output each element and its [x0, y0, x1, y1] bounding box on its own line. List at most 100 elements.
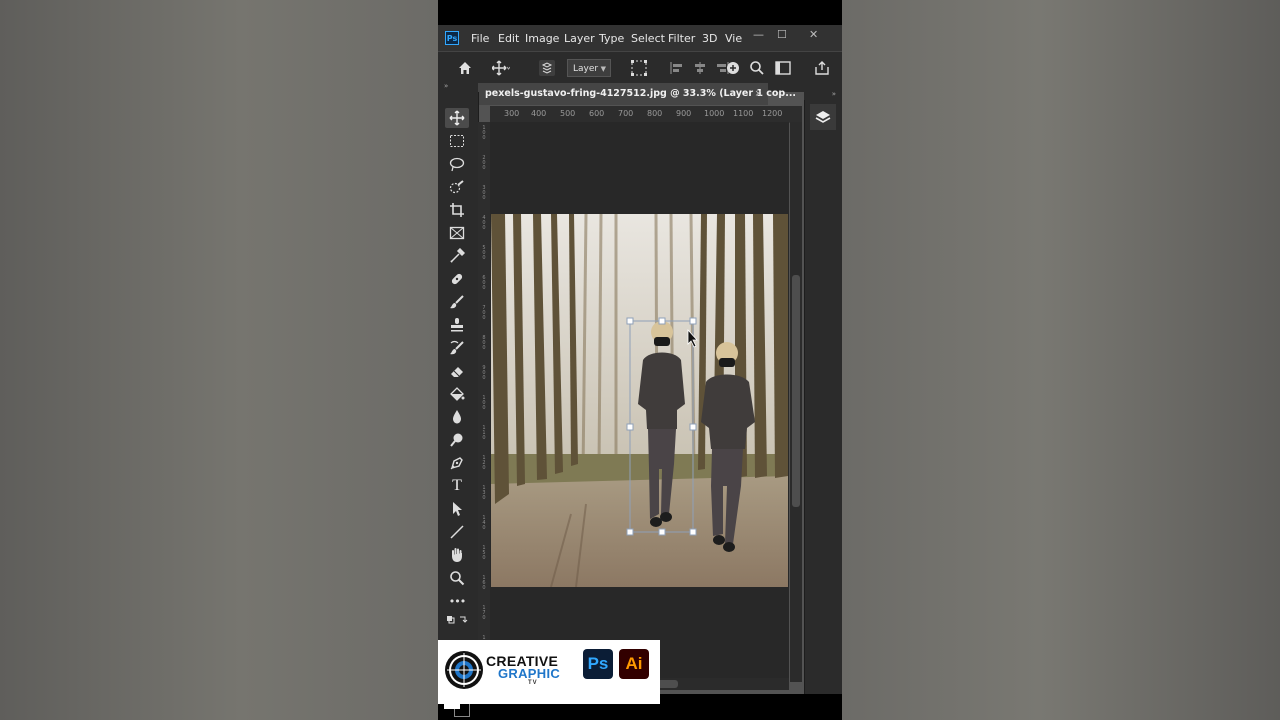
panel-collapse-strip: » — [804, 90, 842, 100]
photoshop-badge-icon: Ps — [583, 649, 613, 679]
lasso-tool-icon[interactable] — [445, 154, 469, 174]
vertical-scroll-thumb[interactable] — [792, 275, 800, 507]
minimize-button[interactable]: — — [753, 28, 764, 41]
transform-controls-icon[interactable] — [629, 58, 649, 78]
history-brush-tool-icon[interactable] — [445, 338, 469, 358]
menu-edit[interactable]: Edit — [498, 32, 519, 45]
pen-tool-icon[interactable] — [445, 453, 469, 473]
ruler-tick: 170 — [482, 605, 486, 621]
ruler-tick: 400 — [482, 215, 486, 231]
document-tab-title: pexels-gustavo-fring-4127512.jpg @ 33.3%… — [485, 88, 797, 99]
brush-tool-icon[interactable] — [445, 292, 469, 312]
swap-colors-icon[interactable] — [445, 613, 469, 627]
ruler-tick: 130 — [482, 485, 486, 501]
align-left-icon[interactable] — [667, 58, 687, 78]
ruler-tick: 600 — [482, 275, 486, 291]
ruler-tick: 500 — [482, 245, 486, 261]
frame-tool-icon[interactable] — [445, 223, 469, 243]
ruler-tick: 140 — [482, 515, 486, 531]
ruler-label: 900 — [676, 109, 692, 118]
ruler-label: 1100 — [733, 109, 754, 118]
ruler-label: 500 — [560, 109, 576, 118]
ruler-tick: 100 — [482, 125, 486, 141]
blur-tool-icon[interactable] — [445, 407, 469, 427]
menu-layer[interactable]: Layer — [564, 32, 595, 45]
ruler-tick: 150 — [482, 545, 486, 561]
illustrator-badge-icon: Ai — [619, 649, 649, 679]
target-logo-icon — [445, 651, 483, 689]
auto-select-target-dropdown[interactable]: Layer ▼ — [567, 59, 611, 77]
ruler-label: 1000 — [704, 109, 725, 118]
more-tools-icon[interactable]: ••• — [445, 591, 469, 611]
quick-select-tool-icon[interactable] — [445, 177, 469, 197]
move-tool-preset-icon[interactable] — [491, 58, 511, 78]
collapse-right-icon[interactable]: » — [832, 90, 836, 98]
ruler-tick: 160 — [482, 575, 486, 591]
ruler-label: 700 — [618, 109, 634, 118]
blurred-background-left — [0, 0, 438, 720]
auto-select-target-value: Layer — [573, 64, 599, 74]
ruler-tick: 200 — [482, 155, 486, 171]
layers-panel-button[interactable] — [810, 104, 836, 130]
type-tool-icon[interactable]: T — [445, 476, 469, 496]
menu-file[interactable]: File — [471, 32, 489, 45]
share-icon[interactable] — [812, 58, 832, 78]
crop-tool-icon[interactable] — [445, 200, 469, 220]
menu-filter[interactable]: Filter — [668, 32, 695, 45]
document-image[interactable] — [491, 214, 788, 587]
horizontal-ruler: 300 400 500 600 700 800 900 1000 1100 12… — [490, 106, 802, 123]
home-icon[interactable] — [455, 58, 475, 78]
ruler-label: 800 — [647, 109, 663, 118]
ruler-label: 400 — [531, 109, 547, 118]
eraser-tool-icon[interactable] — [445, 361, 469, 381]
zoom-tool-icon[interactable] — [445, 568, 469, 588]
menu-type[interactable]: Type — [599, 32, 624, 45]
dodge-tool-icon[interactable] — [445, 430, 469, 450]
ruler-tick: 120 — [482, 455, 486, 471]
layers-icon — [815, 111, 831, 123]
tools-panel: T ••• — [438, 92, 479, 717]
move-tool-icon[interactable] — [445, 108, 469, 128]
ruler-tick: 110 — [482, 425, 486, 441]
ruler-tick: 700 — [482, 305, 486, 321]
menu-bar: Ps File Edit Image Layer Type Select Fil… — [438, 25, 842, 51]
marquee-tool-icon[interactable] — [445, 131, 469, 151]
chevron-down-icon: ▼ — [600, 65, 606, 73]
close-window-button[interactable]: ✕ — [809, 28, 818, 41]
collapse-left-icon[interactable]: » — [444, 82, 448, 90]
ruler-label: 1200 — [762, 109, 783, 118]
menu-select[interactable]: Select — [631, 32, 665, 45]
photoshop-logo-icon: Ps — [445, 31, 459, 45]
maximize-button[interactable]: ☐ — [777, 28, 787, 41]
align-center-icon[interactable] — [690, 58, 710, 78]
menu-view[interactable]: Vie — [725, 32, 742, 45]
screen-recording-frame: Ps File Edit Image Layer Type Select Fil… — [438, 0, 842, 720]
document-tab[interactable]: pexels-gustavo-fring-4127512.jpg @ 33.3%… — [478, 83, 796, 105]
ruler-tick: 800 — [482, 335, 486, 351]
workspace-icon[interactable] — [773, 58, 793, 78]
ruler-label: 300 — [504, 109, 520, 118]
blurred-background-right — [842, 0, 1280, 720]
menu-3d[interactable]: 3D — [702, 32, 717, 45]
menu-image[interactable]: Image — [525, 32, 559, 45]
close-tab-icon[interactable]: × — [754, 83, 762, 105]
3d-mode-icon[interactable] — [723, 58, 743, 78]
photoshop-window: Ps File Edit Image Layer Type Select Fil… — [438, 25, 842, 717]
healing-brush-tool-icon[interactable] — [445, 269, 469, 289]
ruler-tick: 100 — [482, 395, 486, 411]
right-panel-dock — [804, 100, 842, 694]
hand-tool-icon[interactable] — [445, 545, 469, 565]
line-tool-icon[interactable] — [445, 522, 469, 542]
auto-select-icon[interactable] — [537, 58, 557, 78]
eyedropper-tool-icon[interactable] — [445, 246, 469, 266]
brand-name-line2: GRAPHIC — [498, 666, 561, 681]
brand-name-line3: TV — [528, 680, 538, 686]
channel-logo-banner: CREATIVE GRAPHIC TV Ps Ai — [438, 640, 660, 704]
path-selection-tool-icon[interactable] — [445, 499, 469, 519]
ruler-label: 600 — [589, 109, 605, 118]
ruler-tick: 300 — [482, 185, 486, 201]
search-icon[interactable] — [747, 58, 767, 78]
paint-bucket-tool-icon[interactable] — [445, 384, 469, 404]
foreground-color-swatch[interactable] — [444, 693, 460, 709]
clone-stamp-tool-icon[interactable] — [445, 315, 469, 335]
